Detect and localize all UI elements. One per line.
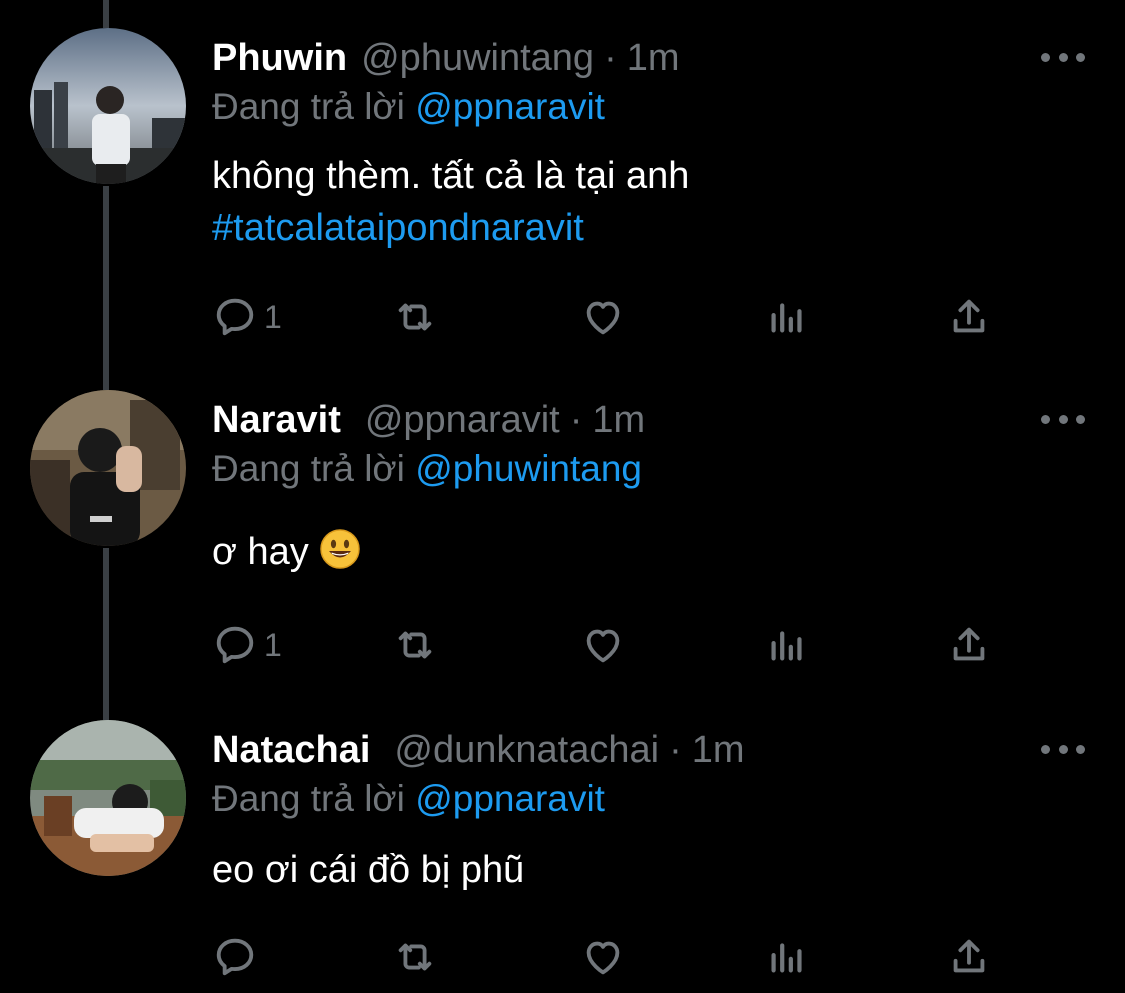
share-icon: [953, 939, 985, 973]
separator-dot: ·: [569, 398, 583, 441]
more-icon[interactable]: [1041, 404, 1085, 434]
tweet-body: eo ơi cái đồ bị phũ: [212, 849, 525, 891]
display-name[interactable]: Naravit: [212, 399, 341, 442]
user-handle[interactable]: @ppnaravit: [365, 399, 560, 442]
reply-icon: [216, 938, 254, 976]
more-icon[interactable]: [1041, 42, 1085, 72]
heart-icon: [586, 941, 620, 975]
reply-icon: [216, 626, 254, 664]
share-button[interactable]: [946, 932, 992, 982]
user-handle[interactable]: @dunknatachai: [394, 729, 659, 772]
replying-to: Đang trả lời @ppnaravit: [212, 778, 605, 820]
tweet-actions: 1: [212, 292, 1012, 342]
share-icon: [953, 627, 985, 661]
tweet-body: ơ hay: [212, 531, 309, 573]
reply-icon: [216, 298, 254, 336]
user-handle[interactable]: @phuwintang: [361, 37, 594, 80]
analytics-button[interactable]: [764, 620, 810, 670]
timestamp[interactable]: 1m: [692, 729, 745, 772]
reply-prefix: Đang trả lời: [212, 86, 405, 127]
like-button[interactable]: [580, 292, 626, 342]
separator-dot: ·: [669, 728, 682, 771]
share-button[interactable]: [946, 620, 992, 670]
analytics-icon: [771, 943, 802, 973]
avatar-photo-natachai: [30, 720, 186, 876]
reply-count: 1: [264, 298, 282, 335]
share-icon: [953, 299, 985, 333]
reply-count: 1: [264, 626, 282, 663]
share-button[interactable]: [946, 292, 992, 342]
retweet-button[interactable]: [392, 620, 438, 670]
reply-button[interactable]: [212, 932, 264, 982]
mention-link[interactable]: @ppnaravit: [415, 86, 605, 127]
retweet-icon: [398, 631, 432, 659]
timestamp[interactable]: 1m: [627, 37, 680, 80]
avatar[interactable]: [30, 390, 186, 546]
analytics-icon: [771, 631, 802, 661]
thread-line-top: [103, 0, 109, 28]
analytics-button[interactable]: [764, 292, 810, 342]
reply-prefix: Đang trả lời: [212, 778, 405, 819]
tweet-2[interactable]: Naravit @ppnaravit · 1m Đang trả lời @ph…: [0, 390, 1125, 690]
display-name[interactable]: Phuwin: [212, 37, 347, 80]
tweet-body: không thèm. tất cả là tại anh: [212, 155, 690, 197]
replying-to: Đang trả lời @ppnaravit: [212, 86, 605, 128]
avatar-photo-naravit: [30, 390, 186, 546]
separator-dot: ·: [604, 36, 617, 79]
tweet-text: eo ơi cái đồ bị phũ: [212, 844, 524, 896]
heart-icon: [586, 301, 620, 335]
mention-link[interactable]: @phuwintang: [415, 448, 642, 489]
tweet-actions: 1: [212, 620, 1012, 670]
analytics-button[interactable]: [764, 932, 810, 982]
hashtag-link[interactable]: #tatcalataipondnaravit: [212, 202, 689, 254]
retweet-button[interactable]: [392, 932, 438, 982]
analytics-icon: [771, 303, 802, 333]
mention-link[interactable]: @ppnaravit: [415, 778, 605, 819]
like-button[interactable]: [580, 932, 626, 982]
reply-button[interactable]: 1: [212, 620, 282, 670]
tweet-3[interactable]: Natachai @dunknatachai · 1m Đang trả lời…: [0, 720, 1125, 993]
tweet-text: ơ hay: [212, 526, 361, 578]
heart-icon: [586, 629, 620, 663]
tweet-header: Phuwin @phuwintang · 1m: [212, 28, 680, 88]
retweet-icon: [398, 303, 432, 331]
retweet-icon: [398, 943, 432, 971]
display-name[interactable]: Natachai: [212, 729, 370, 772]
tweet-1[interactable]: Phuwin @phuwintang · 1m Đang trả lời @pp…: [0, 28, 1125, 358]
reply-button[interactable]: 1: [212, 292, 282, 342]
tweet-actions: [212, 932, 1012, 982]
tweet-header: Naravit @ppnaravit · 1m: [212, 390, 645, 450]
avatar-photo-phuwin: [30, 28, 186, 184]
smiling-face-icon: [320, 529, 361, 569]
avatar[interactable]: [30, 720, 186, 876]
tweet-text: không thèm. tất cả là tại anh #tatcalata…: [212, 150, 689, 254]
reply-prefix: Đang trả lời: [212, 448, 405, 489]
replying-to: Đang trả lời @phuwintang: [212, 448, 642, 490]
avatar[interactable]: [30, 28, 186, 184]
timestamp[interactable]: 1m: [592, 399, 645, 442]
more-icon[interactable]: [1041, 734, 1085, 764]
tweet-header: Natachai @dunknatachai · 1m: [212, 720, 745, 780]
retweet-button[interactable]: [392, 292, 438, 342]
like-button[interactable]: [580, 620, 626, 670]
